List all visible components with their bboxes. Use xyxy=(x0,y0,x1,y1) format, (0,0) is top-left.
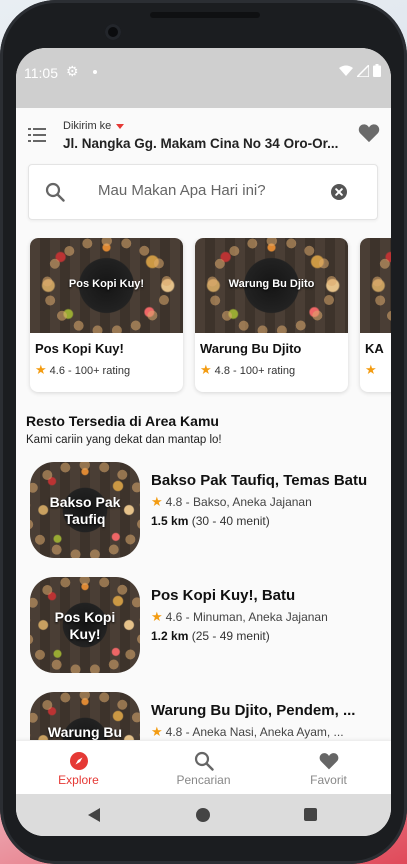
back-icon[interactable] xyxy=(88,808,100,822)
section-subtitle: Kami cariin yang dekat dan mantap lo! xyxy=(26,434,222,446)
phone-camera xyxy=(105,24,121,40)
featured-rating: ★ 4.8 - 100+ rating xyxy=(200,362,296,377)
star-icon: ★ xyxy=(151,724,163,739)
nav-label: Explore xyxy=(58,773,99,787)
star-icon: ★ xyxy=(365,362,377,377)
deliver-label: Dikirim ke xyxy=(63,120,112,132)
heart-icon xyxy=(319,753,338,770)
restaurant-name: Bakso Pak Taufiq, Temas Batu xyxy=(151,472,368,489)
compass-icon xyxy=(69,752,88,770)
image-label: Pos Kopi Kuy! xyxy=(68,278,145,290)
nav-explore[interactable]: Explore xyxy=(16,741,141,795)
restaurant-meta: ★ 4.8 - Aneka Nasi, Aneka Ayam, ... xyxy=(151,724,344,739)
restaurant-image: Warung Bu Djito xyxy=(195,238,348,333)
phone-speaker xyxy=(150,12,260,18)
clear-icon[interactable] xyxy=(331,184,347,200)
screen: 11:05 ⚙ Dikirim ke Jl. Nangka Gg. Makam xyxy=(16,48,391,836)
featured-card[interactable]: Pos Kopi Kuy! Pos Kopi Kuy! ★ 4.6 - 100+ … xyxy=(30,238,183,392)
restaurant-image: Pos Kopi Kuy! xyxy=(30,577,140,673)
nav-search[interactable]: Pencarian xyxy=(141,741,266,795)
delivery-address[interactable]: Jl. Nangka Gg. Makam Cina No 34 Oro-Or..… xyxy=(63,136,353,151)
featured-name: Warung Bu Djito xyxy=(200,341,302,356)
restaurant-name: Warung Bu Djito, Pendem, ... xyxy=(151,702,356,719)
wifi-icon xyxy=(339,65,353,76)
search-bar[interactable]: Mau Makan Apa Hari ini? xyxy=(28,164,378,220)
featured-rating: ★ 4.6 - 100+ rating xyxy=(35,362,131,377)
section-title: Resto Tersedia di Area Kamu xyxy=(26,413,219,429)
home-icon[interactable] xyxy=(196,808,210,822)
system-navigation-bar xyxy=(16,794,391,836)
status-time: 11:05 xyxy=(24,65,58,81)
image-label: Warung Bu Djito xyxy=(228,278,315,290)
app-content: Dikirim ke Jl. Nangka Gg. Makam Cina No … xyxy=(16,108,391,740)
header: Dikirim ke Jl. Nangka Gg. Makam Cina No … xyxy=(16,108,391,160)
signal-icon xyxy=(357,64,369,77)
restaurant-image: Bakso Pak Taufiq xyxy=(30,462,140,558)
nav-label: Pencarian xyxy=(176,773,231,787)
heart-icon[interactable] xyxy=(358,123,380,143)
search-icon xyxy=(45,182,65,202)
featured-card[interactable]: KA ★ xyxy=(360,238,391,392)
search-input[interactable]: Mau Makan Apa Hari ini? xyxy=(98,182,266,199)
status-bar: 11:05 ⚙ xyxy=(16,48,391,108)
restaurant-image: Warung Bu xyxy=(30,692,140,740)
search-icon xyxy=(194,751,214,771)
restaurant-meta: ★ 4.8 - Bakso, Aneka Jajanan xyxy=(151,494,312,509)
star-icon: ★ xyxy=(151,494,163,509)
list-item[interactable]: Warung Bu Warung Bu Djito, Pendem, ... ★… xyxy=(16,692,391,740)
image-label: Warung Bu xyxy=(47,724,123,740)
image-label: Bakso Pak Taufiq xyxy=(49,494,121,527)
list-item[interactable]: Bakso Pak Taufiq Bakso Pak Taufiq, Temas… xyxy=(16,462,391,562)
deliver-to-selector[interactable]: Dikirim ke xyxy=(63,120,125,132)
restaurant-image xyxy=(360,238,391,333)
battery-icon xyxy=(373,64,381,77)
bottom-nav: Explore Pencarian Favorit xyxy=(16,740,391,795)
settings-icon: ⚙ xyxy=(66,63,79,79)
list-item[interactable]: Pos Kopi Kuy! Pos Kopi Kuy!, Batu ★ 4.6 -… xyxy=(16,577,391,677)
dropdown-caret-icon xyxy=(116,123,125,129)
nav-favorites[interactable]: Favorit xyxy=(266,741,391,795)
restaurant-list: Bakso Pak Taufiq Bakso Pak Taufiq, Temas… xyxy=(16,460,391,740)
restaurant-distance: 1.5 km (30 - 40 menit) xyxy=(151,514,270,528)
image-label: Pos Kopi Kuy! xyxy=(54,609,116,642)
star-icon: ★ xyxy=(200,362,212,377)
featured-name: KA xyxy=(365,341,384,356)
menu-icon[interactable] xyxy=(28,128,46,142)
star-icon: ★ xyxy=(151,609,163,624)
status-icons xyxy=(339,64,381,77)
restaurant-meta: ★ 4.6 - Minuman, Aneka Jajanan xyxy=(151,609,328,624)
featured-card[interactable]: Warung Bu Djito Warung Bu Djito ★ 4.8 - 1… xyxy=(195,238,348,392)
featured-name: Pos Kopi Kuy! xyxy=(35,341,124,356)
star-icon: ★ xyxy=(35,362,47,377)
restaurant-image: Pos Kopi Kuy! xyxy=(30,238,183,333)
featured-carousel[interactable]: Pos Kopi Kuy! Pos Kopi Kuy! ★ 4.6 - 100+ … xyxy=(16,238,391,398)
restaurant-distance: 1.2 km (25 - 49 menit) xyxy=(151,629,270,643)
phone-frame: 11:05 ⚙ Dikirim ke Jl. Nangka Gg. Makam xyxy=(0,0,407,864)
notification-dot-icon xyxy=(93,70,97,74)
recent-apps-icon[interactable] xyxy=(304,808,317,821)
nav-label: Favorit xyxy=(310,773,347,787)
restaurant-name: Pos Kopi Kuy!, Batu xyxy=(151,587,296,604)
featured-rating: ★ xyxy=(365,362,380,378)
